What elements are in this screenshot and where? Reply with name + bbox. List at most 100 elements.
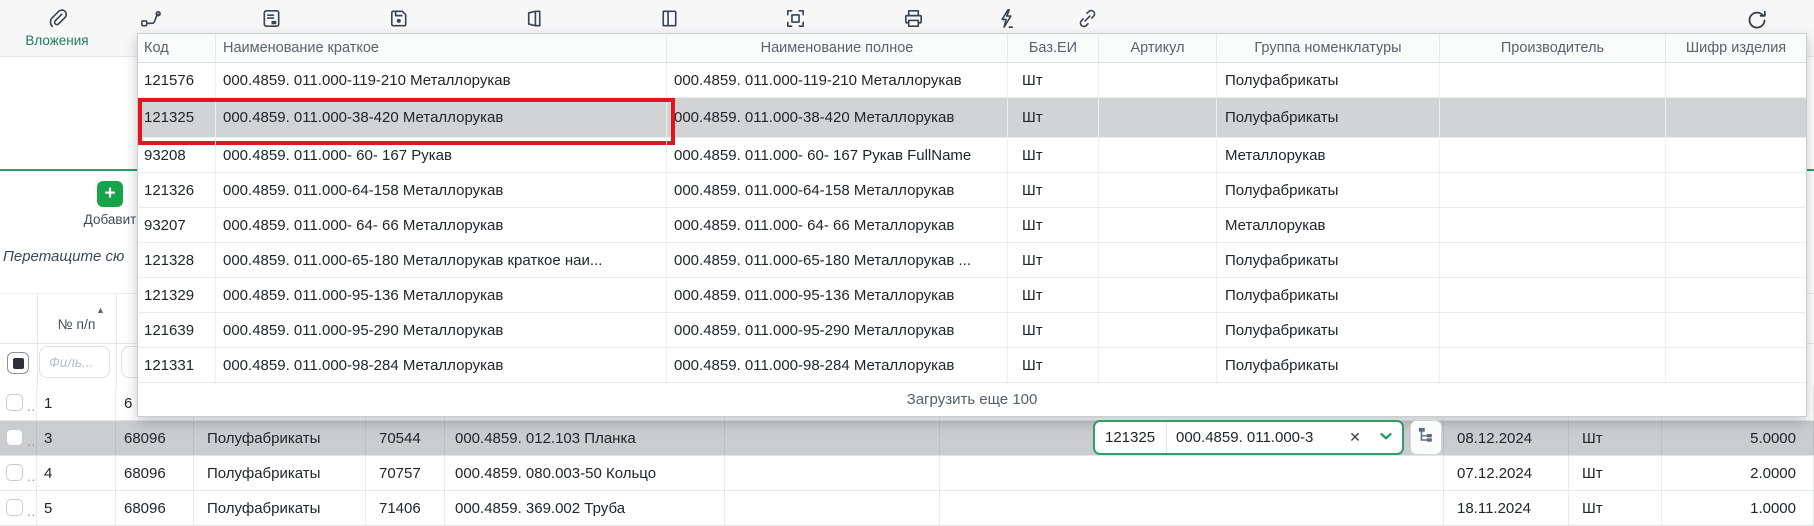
cell-num: 1 xyxy=(37,386,116,420)
cell-full-name: 000.4859. 011.000-38-420 Металлорукав xyxy=(667,98,1008,137)
dropdown-row[interactable]: 93207 000.4859. 011.000- 64- 66 Металлор… xyxy=(138,208,1806,243)
table-row[interactable]: .. 5 68096 Полуфабрикаты 71406 000.4859.… xyxy=(0,491,1814,526)
dropdown-row[interactable]: 121639 000.4859. 011.000-95-290 Металлор… xyxy=(138,313,1806,348)
cell-short-name: 000.4859. 011.000- 60- 167 Рукав xyxy=(216,138,667,172)
toolbar-button-document-card[interactable] xyxy=(223,7,319,33)
cell-base-unit: Шт xyxy=(1008,243,1099,277)
drag-dots-icon: .. xyxy=(27,504,36,519)
paperclip-icon xyxy=(9,7,105,30)
cell-date: 18.11.2024 xyxy=(1444,491,1569,525)
dropdown-rows: 121576 000.4859. 011.000-119-210 Металло… xyxy=(138,63,1806,383)
drag-dots-icon: .. xyxy=(27,469,36,484)
cell-date: 07.12.2024 xyxy=(1444,456,1569,490)
toolbar-button-label: Вложения xyxy=(9,33,105,48)
indeterminate-mark-icon xyxy=(13,358,24,369)
load-more-button[interactable]: Загрузить еще 100 xyxy=(138,383,1806,416)
open-hierarchy-button[interactable] xyxy=(1410,420,1442,455)
cell-qty: 5.0000 xyxy=(1662,421,1814,455)
cell-article xyxy=(1099,243,1217,277)
dropdown-row[interactable]: 121576 000.4859. 011.000-119-210 Металло… xyxy=(138,63,1806,98)
cell-group: Полуфабрикаты xyxy=(1217,348,1440,382)
plus-icon: + xyxy=(104,183,115,204)
dropdown-column-full-name[interactable]: Наименование полное xyxy=(667,34,1008,62)
cell-manufacturer xyxy=(1440,243,1666,277)
row-checkbox[interactable] xyxy=(6,429,23,446)
cell-article xyxy=(1099,63,1217,97)
cell-full-name: 000.4859. 011.000-98-284 Металлорукав xyxy=(667,348,1008,382)
row-checkbox[interactable] xyxy=(6,394,23,411)
row-checkbox[interactable] xyxy=(6,464,23,481)
cell-article xyxy=(1099,208,1217,242)
cell-base-unit: Шт xyxy=(1008,63,1099,97)
cell-full-name: 000.4859. 011.000-65-180 Металлорукав ..… xyxy=(667,243,1008,277)
toolbar-button-door-open[interactable] xyxy=(485,7,581,33)
dropdown-column-group[interactable]: Группа номенклатуры xyxy=(1217,34,1440,62)
cell-code: 121331 xyxy=(138,348,216,382)
dropdown-column-manufacturer[interactable]: Производитель xyxy=(1440,34,1666,62)
dropdown-row[interactable]: 121325 000.4859. 011.000-38-420 Металлор… xyxy=(138,98,1806,138)
num-filter-input[interactable] xyxy=(39,346,110,378)
dropdown-row[interactable]: 121326 000.4859. 011.000-64-158 Металлор… xyxy=(138,173,1806,208)
toolbar-button-save[interactable] xyxy=(350,7,446,33)
toolbar-button-expand[interactable] xyxy=(747,7,843,33)
dropdown-row[interactable]: 121331 000.4859. 011.000-98-284 Металлор… xyxy=(138,348,1806,383)
document-card-icon xyxy=(223,7,319,30)
expand-frame-icon xyxy=(747,7,843,30)
cell-code: 121326 xyxy=(138,173,216,207)
cell-nomenclature xyxy=(940,491,1444,525)
table-row[interactable]: .. 3 68096 Полуфабрикаты 70544 000.4859.… xyxy=(0,421,1814,456)
select-all-checkbox[interactable] xyxy=(7,352,29,374)
tree-icon xyxy=(1416,425,1436,450)
cell-num: 3 xyxy=(37,421,116,455)
cell-base-unit: Шт xyxy=(1008,138,1099,172)
dropdown-row[interactable]: 93208 000.4859. 011.000- 60- 167 Рукав 0… xyxy=(138,138,1806,173)
checkbox-cell: .. xyxy=(0,456,37,490)
cell-group-name: Полуфабрикаты xyxy=(194,456,366,490)
drag-files-hint: Перетащите сю xyxy=(3,248,124,265)
cell-group-name: Полуфабрикаты xyxy=(194,421,366,455)
combobox-name-value: 000.4859. 011.000-3 xyxy=(1167,429,1340,446)
cell-item-code: 71406 xyxy=(366,491,445,525)
dropdown-row[interactable]: 121328 000.4859. 011.000-65-180 Металлор… xyxy=(138,243,1806,278)
sort-asc-icon[interactable]: ▲ xyxy=(96,305,105,315)
cell-article xyxy=(1099,173,1217,207)
toolbar-button-door[interactable] xyxy=(621,7,717,33)
add-row-button[interactable]: + xyxy=(97,181,123,207)
cell-short-name: 000.4859. 011.000-38-420 Металлорукав xyxy=(216,98,667,137)
cell-group: Полуфабрикаты xyxy=(1217,173,1440,207)
cell-cipher xyxy=(1666,278,1806,312)
cell-full-name: 000.4859. 011.000- 60- 167 Рукав FullNam… xyxy=(667,138,1008,172)
cell-num: 4 xyxy=(37,456,116,490)
column-header-num[interactable]: № п/п xyxy=(37,316,116,332)
table-row[interactable]: .. 4 68096 Полуфабрикаты 70757 000.4859.… xyxy=(0,456,1814,491)
cell-group: Полуфабрикаты xyxy=(1217,63,1440,97)
cell-full-name: 000.4859. 011.000-95-136 Металлорукав xyxy=(667,278,1008,312)
floppy-icon xyxy=(350,7,446,30)
cell-group-code: 68096 xyxy=(116,491,194,525)
toolbar-button-link[interactable] xyxy=(1039,7,1135,33)
clear-value-button[interactable]: ✕ xyxy=(1340,429,1370,446)
row-checkbox[interactable] xyxy=(6,499,23,516)
cell-manufacturer xyxy=(1440,138,1666,172)
dropdown-header-row: Код Наименование краткое Наименование по… xyxy=(138,34,1806,63)
dropdown-toggle-button[interactable] xyxy=(1370,427,1402,449)
drag-dots-icon: .. xyxy=(27,434,36,449)
cell-code: 121639 xyxy=(138,313,216,347)
cell-full-name: 000.4859. 011.000-119-210 Металлорукав xyxy=(667,63,1008,97)
cell-unit: Шт xyxy=(1569,421,1662,455)
door-open-icon xyxy=(485,7,581,30)
nomenclature-combobox[interactable]: 121325 000.4859. 011.000-3 ✕ xyxy=(1093,420,1404,455)
dropdown-column-short-name[interactable]: Наименование краткое xyxy=(216,34,667,62)
dropdown-column-cipher[interactable]: Шифр изделия xyxy=(1666,34,1806,62)
toolbar-button-attachments[interactable]: Вложения xyxy=(9,7,105,48)
dropdown-column-base-unit[interactable]: Баз.ЕИ xyxy=(1008,34,1099,62)
dropdown-row[interactable]: 121329 000.4859. 011.000-95-136 Металлор… xyxy=(138,278,1806,313)
cell-group: Полуфабрикаты xyxy=(1217,313,1440,347)
cell-cipher xyxy=(1666,208,1806,242)
cell-qty: 1.0000 xyxy=(1662,491,1814,525)
checkbox-cell: .. xyxy=(0,491,37,525)
dropdown-column-article[interactable]: Артикул xyxy=(1099,34,1217,62)
cell-date: 08.12.2024 xyxy=(1444,421,1569,455)
toolbar-button-print[interactable] xyxy=(865,7,961,33)
dropdown-column-code[interactable]: Код xyxy=(138,34,216,62)
